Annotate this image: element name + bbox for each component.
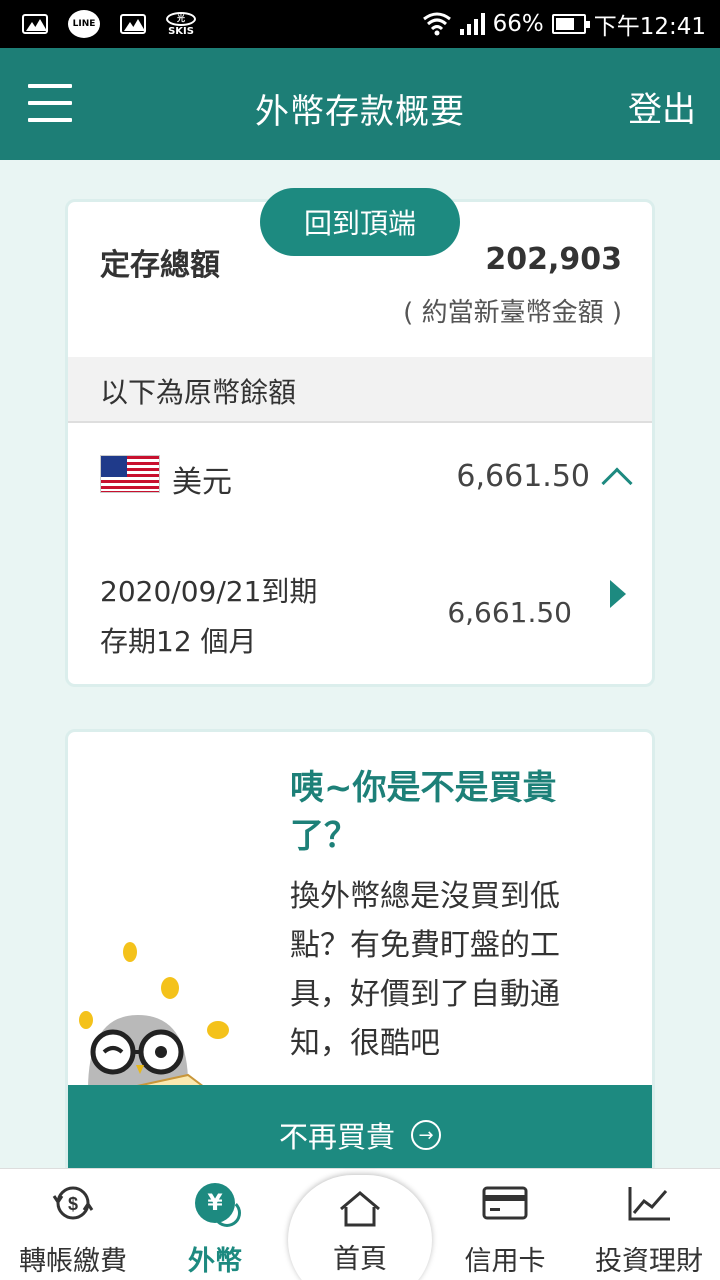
maturity-date: 2020/09/21到期 bbox=[100, 575, 318, 608]
original-currency-header: 以下為原幣餘額 bbox=[68, 357, 652, 423]
chart-icon bbox=[628, 1187, 670, 1221]
nav-label: 首頁 bbox=[333, 1244, 387, 1275]
gallery-icon bbox=[22, 14, 48, 34]
page-title: 外幣存款概要 bbox=[255, 92, 465, 132]
gallery-icon bbox=[120, 14, 146, 34]
promo-card: 咦~你是不是買貴了？ 換外幣總是沒買到低點？有免費盯盤的工具，好價到了自動通知，… bbox=[65, 729, 655, 1189]
nav-item-home[interactable]: 首頁 bbox=[288, 1175, 432, 1280]
credit-card-icon bbox=[482, 1186, 528, 1220]
total-value: 202,903 bbox=[485, 242, 622, 277]
back-to-top-button[interactable]: 回到頂端 bbox=[260, 188, 460, 256]
transfer-icon: $ bbox=[52, 1186, 94, 1220]
skis-badge: 光 bbox=[166, 11, 196, 26]
us-flag-icon bbox=[100, 455, 160, 493]
battery-icon bbox=[551, 14, 590, 34]
nav-item-foreign-currency[interactable]: ¥ 外幣 bbox=[150, 1169, 280, 1280]
arrow-right-circle-icon: → bbox=[411, 1120, 441, 1150]
deposit-detail-arrow-icon[interactable] bbox=[610, 580, 626, 608]
logout-button[interactable]: 登出 bbox=[628, 82, 696, 131]
deposit-amount: 6,661.50 bbox=[447, 596, 572, 629]
nav-label: 投資理財 bbox=[595, 1246, 703, 1277]
promo-title: 咦~你是不是買貴了？ bbox=[290, 768, 557, 856]
deposit-term: 存期12 個月 bbox=[100, 625, 257, 658]
deposit-summary-card: 定存總額 202,903 ( 約當新臺幣金額 ) 以下為原幣餘額 美元 6,66… bbox=[65, 199, 655, 687]
total-note: ( 約當新臺幣金額 ) bbox=[403, 298, 622, 328]
nav-item-transfer[interactable]: $ 轉帳繳費 bbox=[8, 1169, 138, 1280]
clock: 下午12:41 bbox=[593, 14, 706, 40]
no-overpay-label: 不再買貴 bbox=[278, 1120, 395, 1154]
nav-label: 信用卡 bbox=[464, 1246, 546, 1277]
app-bar: 外幣存款概要 登出 bbox=[0, 48, 720, 160]
status-bar: LINE 光 SKIS 66% 下午12:41 bbox=[0, 0, 720, 48]
nav-label: 外幣 bbox=[188, 1246, 242, 1277]
skis-icon: 光 SKIS bbox=[166, 11, 196, 37]
cell-signal-icon bbox=[459, 13, 485, 35]
nav-item-investment[interactable]: 投資理財 bbox=[580, 1169, 718, 1280]
notification-icons: LINE 光 SKIS bbox=[22, 10, 196, 38]
chevron-up-icon[interactable] bbox=[601, 467, 633, 499]
svg-text:$: $ bbox=[68, 1194, 78, 1214]
wifi-icon bbox=[422, 12, 451, 36]
yen-icon: ¥ bbox=[195, 1183, 241, 1227]
line-icon: LINE bbox=[68, 10, 100, 38]
nav-label: 轉帳繳費 bbox=[19, 1246, 127, 1277]
total-label: 定存總額 bbox=[100, 248, 220, 283]
promo-body: 換外幣總是沒買到低點？有免費盯盤的工具，好價到了自動通知，很酷吧 bbox=[290, 879, 560, 1061]
battery-percent: 66% bbox=[492, 11, 544, 37]
home-icon bbox=[340, 1191, 380, 1227]
currency-name[interactable]: 美元 bbox=[172, 457, 232, 501]
currency-amount: 6,661.50 bbox=[456, 459, 590, 494]
nav-item-credit-card[interactable]: 信用卡 bbox=[420, 1169, 590, 1280]
skis-label: SKIS bbox=[168, 25, 194, 37]
